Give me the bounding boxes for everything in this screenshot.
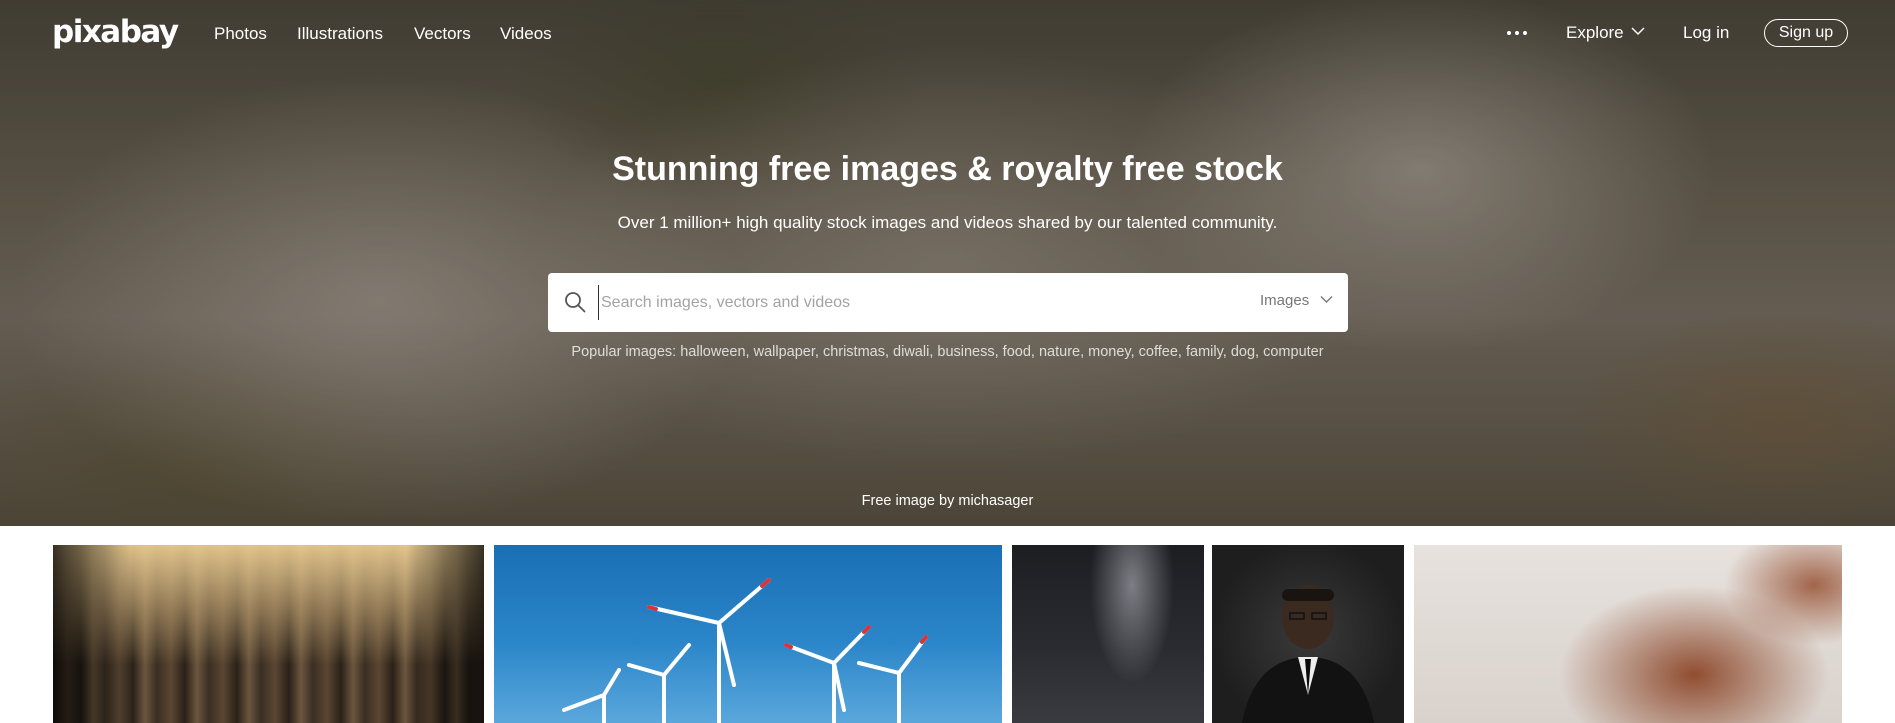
separator: , — [884, 344, 894, 360]
gallery-image-portrait[interactable] — [1212, 545, 1404, 723]
search-bar: Images — [548, 273, 1348, 332]
search-icon[interactable] — [564, 291, 586, 313]
image-gallery — [0, 545, 1895, 723]
popular-tag[interactable]: computer — [1263, 344, 1323, 360]
separator: , — [1255, 344, 1264, 360]
dot — [1515, 31, 1519, 35]
chevron-down-icon[interactable] — [1320, 295, 1333, 304]
explore-menu[interactable]: Explore — [1566, 23, 1624, 43]
separator: , — [1130, 344, 1139, 360]
nav-link-illustrations[interactable]: Illustrations — [297, 24, 383, 44]
nav-link-videos[interactable]: Videos — [500, 24, 552, 44]
popular-prefix: Popular images: — [571, 344, 677, 360]
image-shading — [53, 545, 484, 723]
gallery-image-night-sky[interactable] — [1012, 545, 1204, 723]
image-credit[interactable]: Free image by michasager — [0, 493, 1895, 509]
login-link[interactable]: Log in — [1683, 23, 1729, 43]
popular-tag[interactable]: wallpaper — [754, 344, 815, 360]
hero-overlay — [0, 0, 1895, 526]
chevron-down-icon[interactable] — [1631, 26, 1645, 36]
search-type-select[interactable]: Images — [1260, 292, 1309, 309]
popular-tag[interactable]: money — [1088, 344, 1130, 360]
signup-button[interactable]: Sign up — [1764, 19, 1848, 47]
search-input[interactable] — [598, 285, 1258, 320]
gallery-image-columns[interactable] — [53, 545, 484, 723]
popular-tag[interactable]: diwali — [893, 344, 929, 360]
separator: , — [1177, 344, 1186, 360]
popular-searches: Popular images: halloween, wallpaper, ch… — [0, 344, 1895, 360]
separator: , — [1222, 344, 1231, 360]
separator: , — [745, 344, 754, 360]
gallery-image-autumn-leaf[interactable] — [1414, 545, 1842, 723]
nav-link-vectors[interactable]: Vectors — [414, 24, 471, 44]
portrait-illustration — [1242, 585, 1374, 723]
popular-tag[interactable]: christmas — [823, 344, 885, 360]
popular-tag[interactable]: food — [1003, 344, 1031, 360]
hero-background: pixabay Photos Illustrations Vectors Vid… — [0, 0, 1895, 526]
dot — [1523, 31, 1527, 35]
wind-turbines-illustration — [562, 578, 928, 723]
separator: , — [1030, 344, 1039, 360]
popular-tag[interactable]: nature — [1039, 344, 1080, 360]
separator: , — [994, 344, 1003, 360]
hero-title: Stunning free images & royalty free stoc… — [612, 150, 1283, 188]
hero-subtitle: Over 1 million+ high quality stock image… — [617, 213, 1278, 232]
top-navigation: pixabay Photos Illustrations Vectors Vid… — [0, 0, 1895, 70]
separator: , — [814, 344, 823, 360]
popular-tag[interactable]: family — [1186, 344, 1223, 360]
pixabay-logo[interactable]: pixabay — [52, 14, 179, 50]
popular-tag[interactable]: halloween — [680, 344, 745, 360]
ellipsis-icon[interactable] — [1507, 31, 1527, 35]
nav-link-photos[interactable]: Photos — [214, 24, 267, 44]
gallery-image-wind-turbines[interactable] — [494, 545, 1002, 723]
popular-tag[interactable]: business — [937, 344, 994, 360]
separator: , — [1080, 344, 1089, 360]
dot — [1507, 31, 1511, 35]
popular-tag[interactable]: coffee — [1139, 344, 1178, 360]
popular-tag[interactable]: dog — [1231, 344, 1255, 360]
